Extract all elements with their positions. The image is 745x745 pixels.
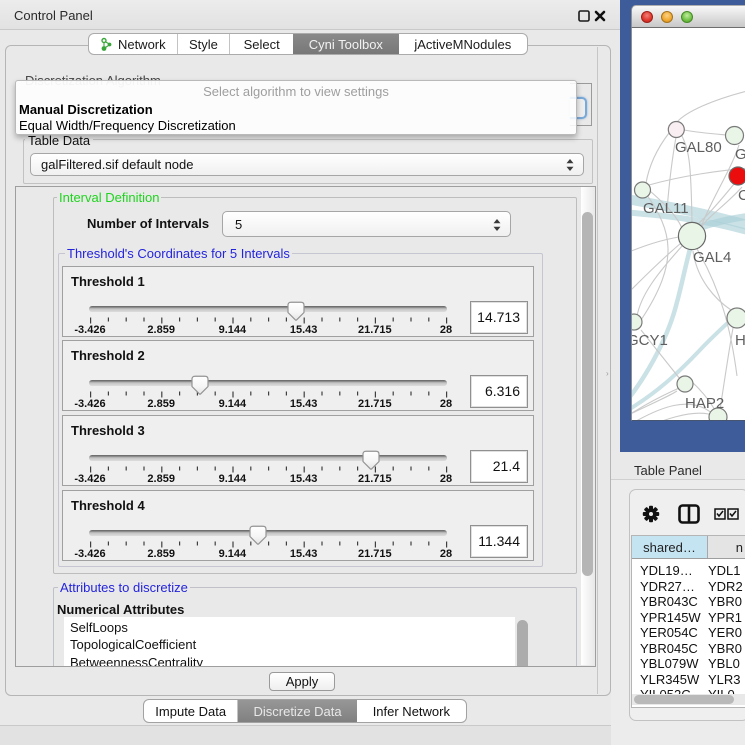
- svg-text:C: C: [738, 187, 745, 204]
- svg-text:GAL11: GAL11: [643, 200, 689, 217]
- svg-text:HAP2: HAP2: [685, 395, 724, 412]
- svg-text:H: H: [735, 332, 745, 349]
- svg-text:G.: G.: [735, 146, 745, 163]
- svg-text:GAL4: GAL4: [693, 249, 731, 266]
- svg-text:GAL80: GAL80: [675, 139, 722, 156]
- svg-text:GCY1: GCY1: [632, 332, 668, 349]
